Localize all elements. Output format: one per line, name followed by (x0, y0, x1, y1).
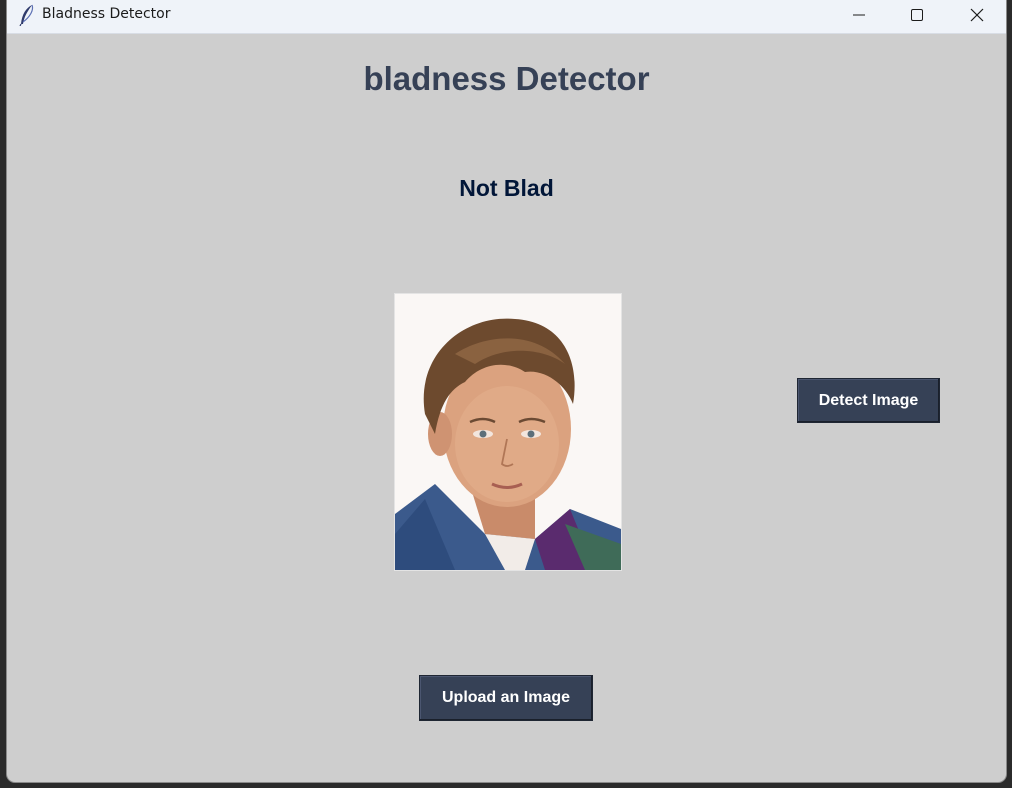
result-label: Not Blad (459, 175, 554, 201)
page-title: bladness Detector (363, 60, 650, 97)
app-window: Bladness Detector bladness Detector Not … (7, 0, 1006, 782)
maximize-button[interactable] (888, 0, 946, 30)
close-button[interactable] (948, 0, 1006, 30)
detect-image-button[interactable]: Detect Image (797, 378, 940, 423)
feather-icon (18, 4, 36, 27)
minimize-icon (853, 9, 865, 21)
portrait-image (394, 293, 622, 571)
upload-image-button[interactable]: Upload an Image (419, 675, 593, 721)
minimize-button[interactable] (830, 0, 888, 30)
title-bar[interactable]: Bladness Detector (7, 0, 1006, 34)
window-title: Bladness Detector (42, 6, 171, 22)
close-icon (970, 8, 984, 22)
maximize-icon (911, 9, 923, 21)
